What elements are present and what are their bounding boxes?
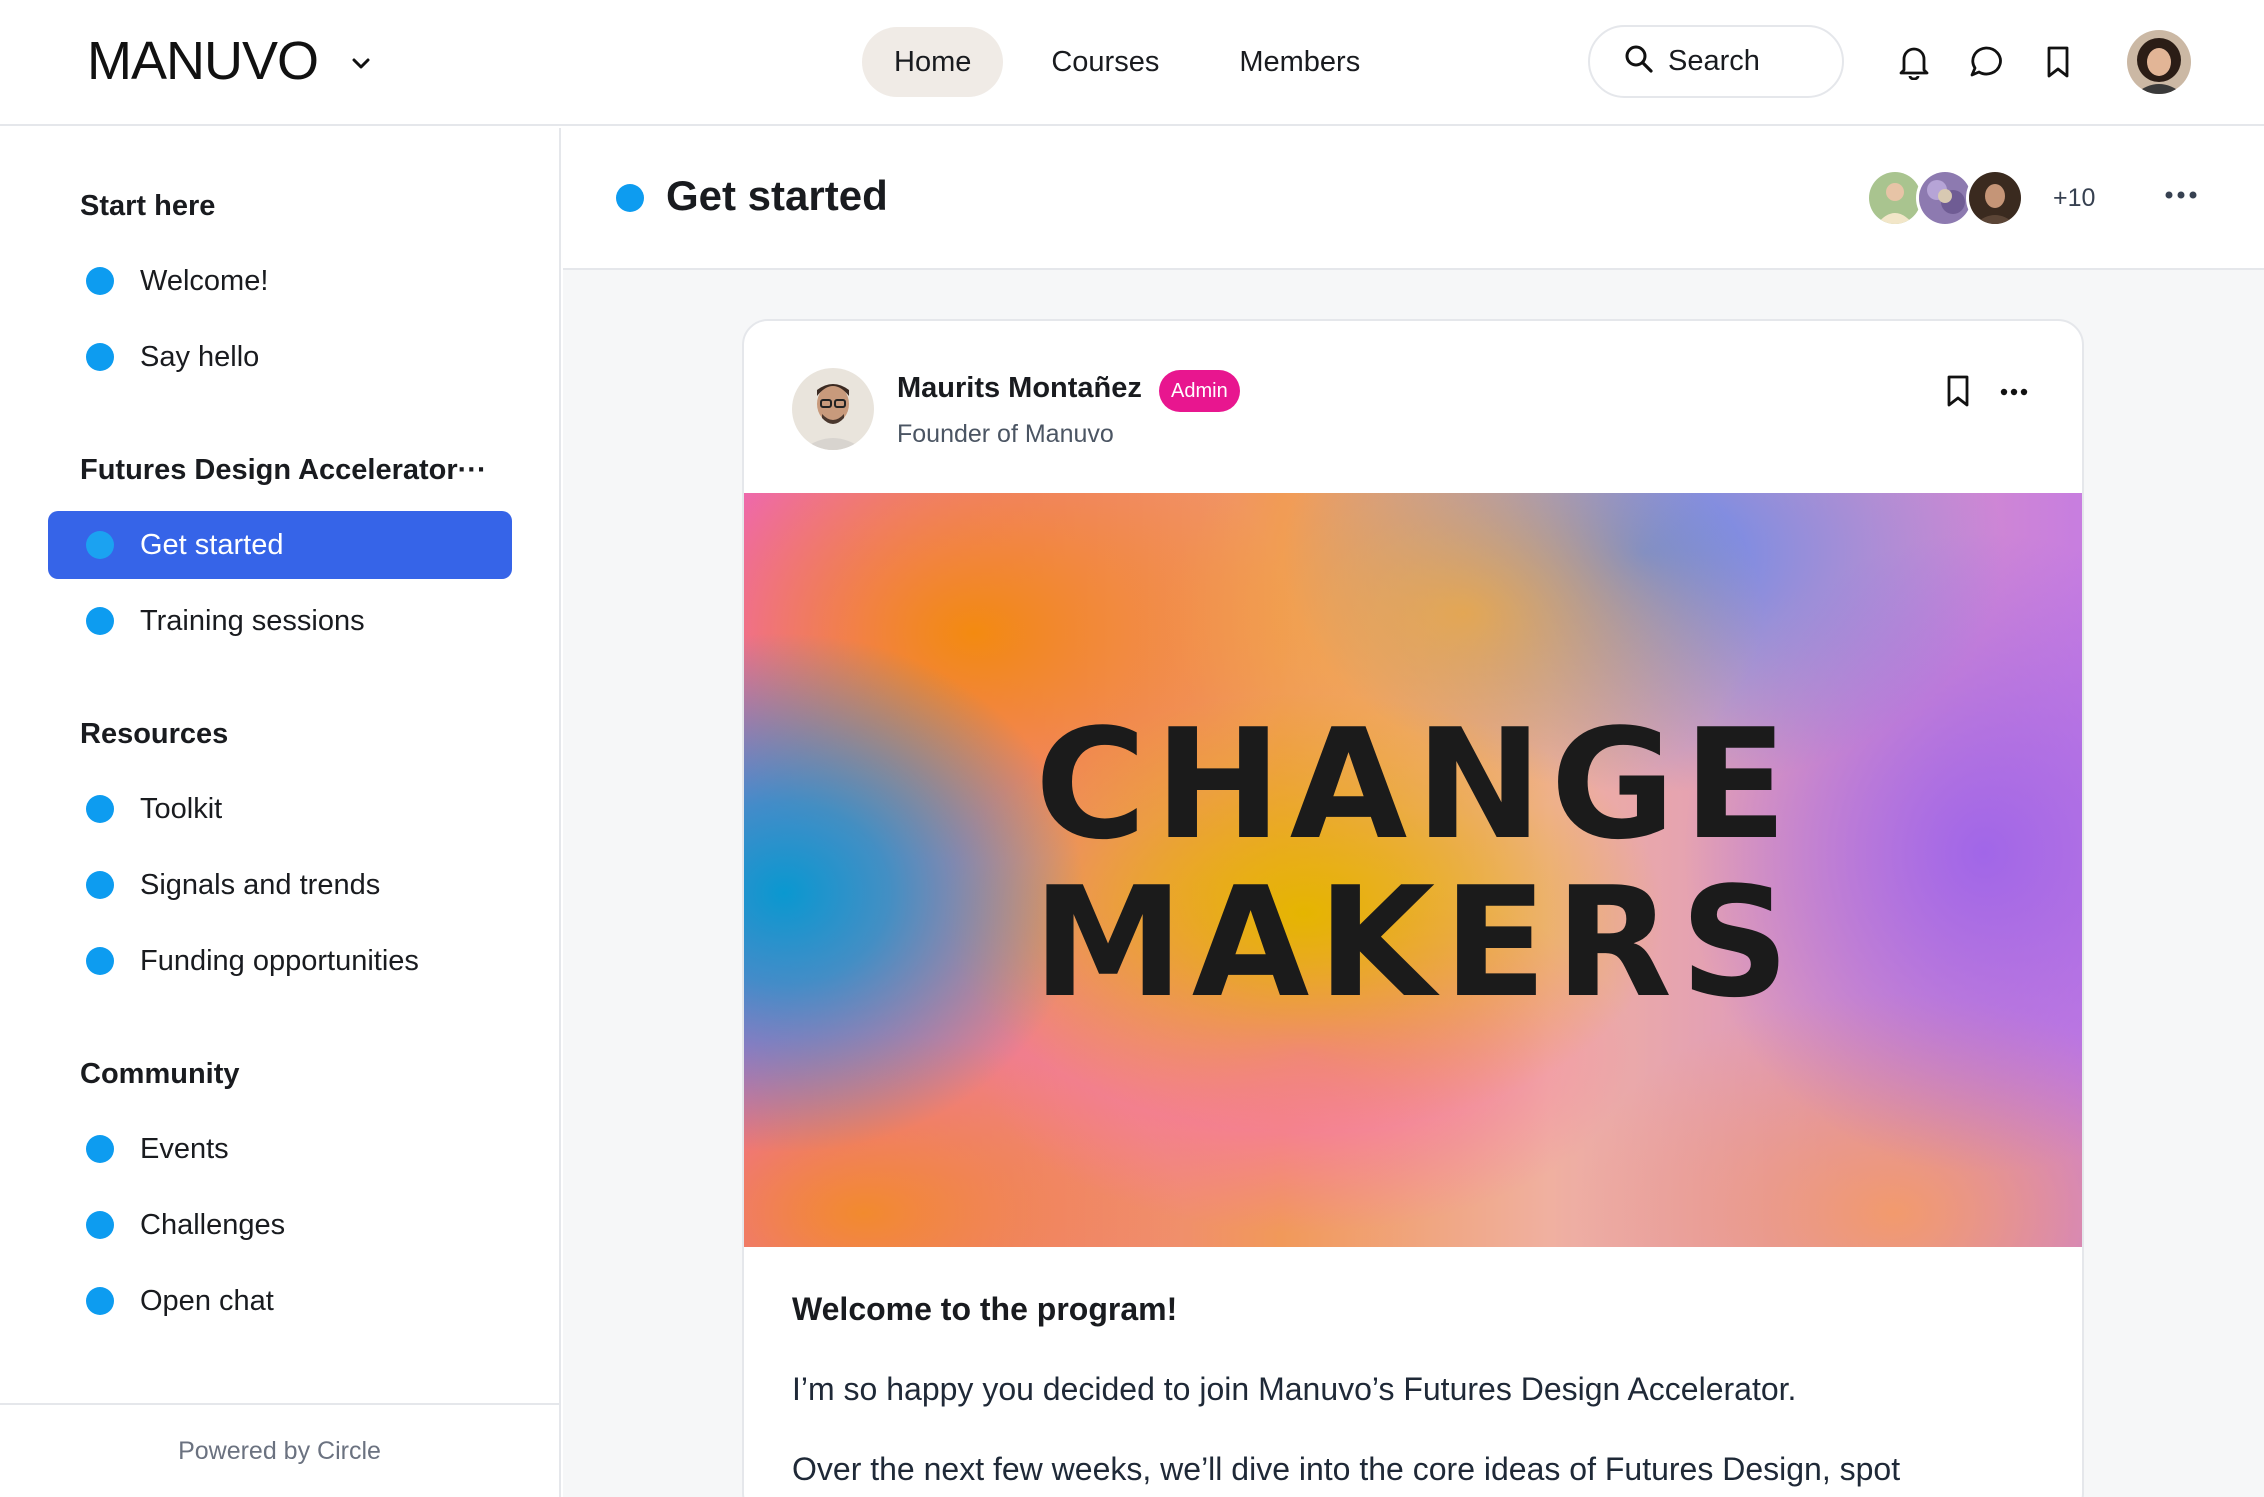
space-dot-icon (86, 1211, 114, 1239)
space-dot-icon (86, 343, 114, 371)
brand-name: MANUVO (87, 31, 319, 91)
post-card: Maurits Montañez Admin Founder of Manuvo… (742, 319, 2084, 1497)
more-options-icon[interactable] (2161, 180, 2201, 210)
post-paragraph: Over the next few weeks, we’ll dive into… (792, 1451, 1901, 1487)
post-paragraph: I’m so happy you decided to join Manuvo’… (792, 1371, 1797, 1407)
sidebar-item-label: Get started (140, 528, 284, 561)
sidebar-item-say-hello[interactable]: Say hello (48, 323, 512, 391)
sidebar-item-get-started[interactable]: Get started (48, 511, 512, 579)
sidebar-item-label: Signals and trends (140, 868, 381, 901)
user-avatar[interactable] (2127, 30, 2191, 94)
nav-members[interactable]: Members (1207, 27, 1392, 97)
bookmark-icon[interactable] (1940, 371, 1976, 411)
author-role: Founder of Manuvo (897, 420, 1114, 448)
sidebar-item-label: Funding opportunities (140, 944, 419, 977)
sidebar-item-label: Toolkit (140, 792, 223, 825)
sidebar-item-training-sessions[interactable]: Training sessions (48, 587, 512, 655)
section-title-futures-design[interactable]: Futures Design Accelerator··· (80, 454, 487, 487)
sidebar-item-label: Training sessions (140, 604, 365, 637)
sidebar-item-welcome[interactable]: Welcome! (48, 247, 512, 315)
search-label: Search (1668, 45, 1760, 77)
space-dot-icon (86, 871, 114, 899)
section-title-resources[interactable]: Resources (80, 718, 228, 751)
nav-courses[interactable]: Courses (1019, 27, 1191, 97)
sidebar-item-label: Welcome! (140, 264, 269, 297)
sidebar-item-label: Say hello (140, 340, 260, 373)
member-avatar (1966, 169, 2024, 227)
more-options-icon[interactable] (1996, 377, 2032, 407)
chat-bubble-icon[interactable] (1966, 42, 2006, 82)
section-title-start-here[interactable]: Start here (80, 190, 215, 223)
nav-home[interactable]: Home (862, 27, 1004, 97)
author-avatar[interactable] (792, 368, 874, 450)
sidebar-item-funding-opportunities[interactable]: Funding opportunities (48, 927, 512, 995)
search-button[interactable]: Search (1588, 25, 1844, 98)
post-cover-image: CHANGE MAKERS (744, 493, 2082, 1247)
sidebar-item-label: Events (140, 1132, 229, 1165)
bookmark-icon[interactable] (2038, 42, 2078, 82)
powered-by-link[interactable]: Powered by Circle (0, 1403, 559, 1497)
sidebar-item-challenges[interactable]: Challenges (48, 1191, 512, 1259)
space-dot-icon (86, 795, 114, 823)
space-dot-icon (616, 184, 644, 212)
bell-icon[interactable] (1894, 42, 1934, 82)
cover-title-line2: MAKERS (1032, 854, 1798, 1031)
author-name[interactable]: Maurits Montañez (897, 372, 1142, 405)
space-dot-icon (86, 267, 114, 295)
post-heading: Welcome to the program! (792, 1291, 1178, 1327)
space-dot-icon (86, 1135, 114, 1163)
sidebar-item-label: Open chat (140, 1284, 274, 1317)
sidebar-item-label: Challenges (140, 1208, 286, 1241)
member-count-more[interactable]: +10 (2053, 184, 2095, 213)
main-nav: Home Courses Members (862, 27, 1408, 97)
space-dot-icon (86, 947, 114, 975)
search-icon (1624, 44, 1654, 79)
space-dot-icon (86, 531, 114, 559)
sidebar-item-toolkit[interactable]: Toolkit (48, 775, 512, 843)
cover-title-line1: CHANGE (1034, 696, 1796, 873)
space-dot-icon (86, 1287, 114, 1315)
space-dot-icon (86, 607, 114, 635)
sidebar: Start here Welcome! Say hello Futures De… (0, 128, 561, 1497)
top-header: MANUVO Home Courses Members Search (0, 0, 2264, 126)
sidebar-item-events[interactable]: Events (48, 1115, 512, 1183)
member-avatars[interactable] (1866, 169, 2024, 227)
page-title: Get started (666, 172, 888, 219)
sidebar-item-signals-and-trends[interactable]: Signals and trends (48, 851, 512, 919)
sidebar-item-open-chat[interactable]: Open chat (48, 1267, 512, 1335)
admin-badge: Admin (1159, 370, 1240, 412)
space-header: Get started +10 (563, 128, 2264, 270)
chevron-down-icon (350, 53, 372, 75)
main-content: Get started +10 Maurits Montañez Admin F… (563, 128, 2264, 1497)
section-title-community[interactable]: Community (80, 1058, 240, 1091)
brand-switcher[interactable]: MANUVO (87, 30, 372, 92)
